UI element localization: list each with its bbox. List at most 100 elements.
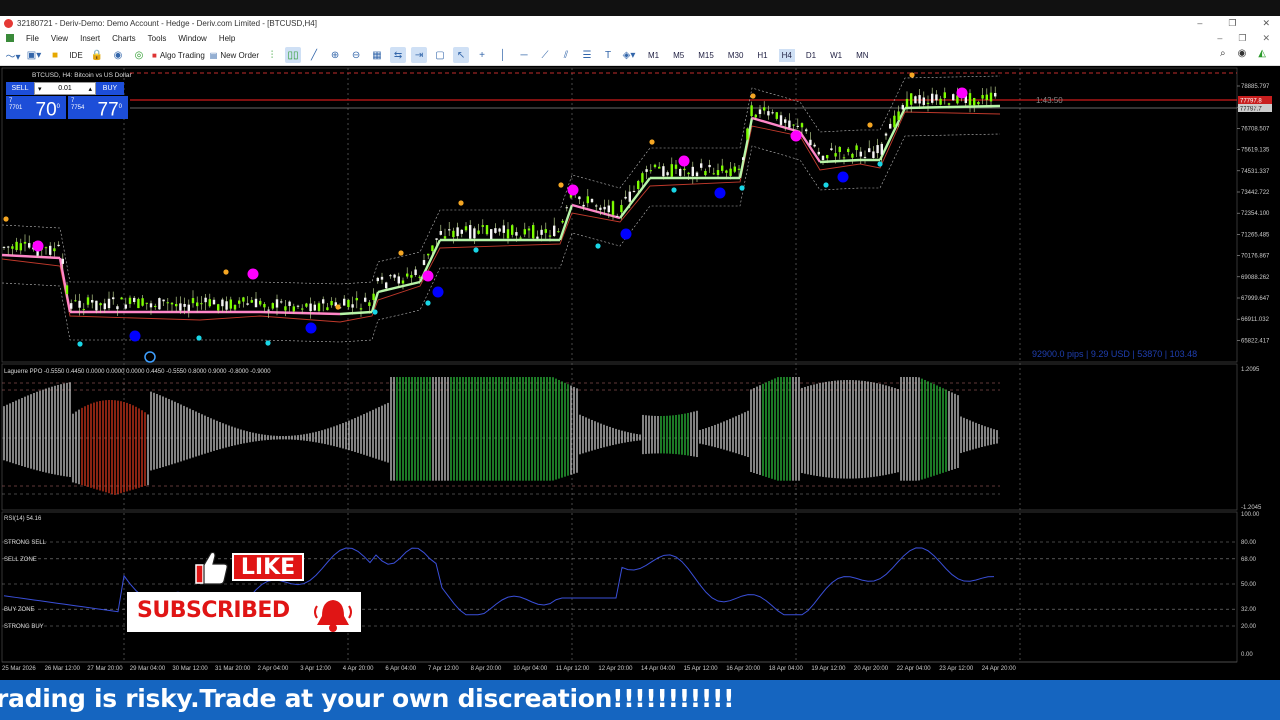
- fibonacci-icon[interactable]: ☰: [579, 47, 595, 63]
- line-chart-icon[interactable]: ╱: [306, 47, 322, 63]
- like-badge[interactable]: LIKE: [186, 547, 304, 587]
- tf-m1[interactable]: M1: [645, 49, 662, 62]
- candle-body: [859, 151, 862, 157]
- tf-m30[interactable]: M30: [725, 49, 747, 62]
- candle-body: [284, 306, 287, 311]
- candle-body: [149, 303, 153, 308]
- candle-body: [830, 148, 833, 151]
- candle-body: [191, 298, 195, 304]
- maximize-icon[interactable]: ❐: [1228, 16, 1236, 31]
- menu-view[interactable]: View: [51, 34, 68, 43]
- text-icon[interactable]: T: [600, 47, 616, 63]
- candle-body: [267, 309, 270, 311]
- chart-shift-icon[interactable]: ⇥: [411, 47, 428, 63]
- app-icon: [4, 19, 13, 28]
- child-minimize-icon[interactable]: –: [1217, 31, 1222, 45]
- candle-body: [616, 215, 619, 217]
- menu-file[interactable]: File: [26, 34, 39, 43]
- candle-body: [519, 237, 522, 239]
- candles-icon[interactable]: ▯▯: [285, 47, 302, 63]
- new-order-button[interactable]: ▤ New Order: [210, 47, 259, 63]
- buy-quote[interactable]: 7 7754 770: [68, 96, 128, 120]
- candle-body: [838, 146, 841, 153]
- tf-h1[interactable]: H1: [754, 49, 770, 62]
- candle-body: [527, 228, 531, 231]
- candle-body: [784, 119, 787, 123]
- grid-icon[interactable]: ▦: [369, 47, 385, 63]
- tf-m15[interactable]: M15: [695, 49, 717, 62]
- vertical-line-icon[interactable]: │: [495, 47, 511, 63]
- candle-body: [456, 227, 459, 237]
- signal-icon[interactable]: ◎: [131, 47, 147, 63]
- line-tools-icon[interactable]: 〜▾: [5, 47, 21, 63]
- templates-icon[interactable]: ▣▾: [26, 47, 42, 63]
- price-alert-icon[interactable]: [144, 351, 156, 363]
- lot-decrease-icon[interactable]: ▾: [38, 85, 42, 93]
- menu-charts[interactable]: Charts: [112, 34, 136, 43]
- buy-button[interactable]: BUY: [96, 82, 124, 95]
- candle-body: [637, 180, 640, 189]
- ide-button[interactable]: IDE: [68, 47, 84, 63]
- lock-icon[interactable]: 🔒: [89, 47, 105, 63]
- tf-mn[interactable]: MN: [853, 49, 871, 62]
- menu-insert[interactable]: Insert: [80, 34, 100, 43]
- lot-size-input[interactable]: ▾ 0.01 ▴: [34, 82, 96, 95]
- tf-h4[interactable]: H4: [778, 48, 795, 62]
- candle-body: [443, 236, 447, 239]
- candle-body: [23, 241, 27, 244]
- cursor-icon[interactable]: ↖: [453, 47, 470, 63]
- candle-body: [242, 297, 245, 302]
- tf-m5[interactable]: M5: [670, 49, 687, 62]
- bar-chart-icon[interactable]: ⫶: [264, 47, 280, 63]
- channel-icon[interactable]: ⫽: [558, 47, 574, 63]
- child-restore-icon[interactable]: ❐: [1238, 31, 1246, 45]
- buy-signal-marker: [305, 322, 317, 334]
- sell-prefix-top: 7: [9, 98, 13, 104]
- close-icon[interactable]: ✕: [1262, 16, 1270, 31]
- algo-trading-button[interactable]: ■ Algo Trading: [152, 47, 205, 63]
- subscribed-badge[interactable]: SUBSCRIBED: [127, 592, 361, 632]
- minimize-icon[interactable]: –: [1197, 16, 1202, 31]
- time-axis-label: 27 Mar 20:00: [87, 666, 123, 672]
- autoscroll-icon[interactable]: ⇆: [390, 47, 407, 63]
- crosshair-icon[interactable]: +: [474, 47, 490, 63]
- signals-icon[interactable]: ◭: [1258, 48, 1266, 59]
- tf-w1[interactable]: W1: [827, 49, 845, 62]
- search-icon[interactable]: ⌕: [1220, 48, 1226, 59]
- global-icon[interactable]: ◉: [110, 47, 126, 63]
- new-chart-icon[interactable]: ■: [47, 47, 63, 63]
- zoom-in-icon[interactable]: ⊕: [327, 47, 343, 63]
- lot-increase-icon[interactable]: ▴: [88, 85, 92, 93]
- candle-body: [561, 220, 564, 223]
- sell-quote[interactable]: 7 7701 700: [6, 96, 66, 120]
- tf-d1[interactable]: D1: [803, 49, 819, 62]
- trendline-icon[interactable]: ⟋: [537, 47, 553, 63]
- candle-body: [502, 225, 505, 233]
- like-label: LIKE: [232, 553, 304, 581]
- resistance-dot: [649, 139, 655, 145]
- symbol-label: BTCUSD, H4: Bitcoin vs US Dollar: [32, 72, 133, 79]
- zoom-out-icon[interactable]: ⊖: [348, 47, 364, 63]
- supertrend-line: [1, 104, 1001, 316]
- account-icon[interactable]: ◉: [1238, 48, 1247, 59]
- shapes-icon[interactable]: ◈▾: [621, 47, 637, 63]
- sell-button[interactable]: SELL: [6, 82, 34, 95]
- menu-window[interactable]: Window: [178, 34, 206, 43]
- child-close-icon[interactable]: ✕: [1262, 31, 1270, 45]
- candle-body: [233, 304, 237, 310]
- candle-body: [422, 260, 426, 265]
- candle-body: [611, 201, 615, 215]
- candle-body: [107, 298, 111, 309]
- menu-help[interactable]: Help: [219, 34, 235, 43]
- candle-body: [464, 226, 468, 231]
- candle-body: [389, 275, 392, 277]
- candle-body: [271, 303, 274, 309]
- rsi-tick-label: 80.00: [1241, 540, 1257, 546]
- candle-body: [813, 144, 816, 147]
- moving-average-red: [1, 111, 1001, 323]
- horizontal-line-icon[interactable]: ─: [516, 47, 532, 63]
- screenshot-icon[interactable]: ▢: [432, 47, 448, 63]
- menu-tools[interactable]: Tools: [148, 34, 167, 43]
- candle-body: [641, 173, 644, 183]
- sell-signal-marker: [247, 268, 259, 280]
